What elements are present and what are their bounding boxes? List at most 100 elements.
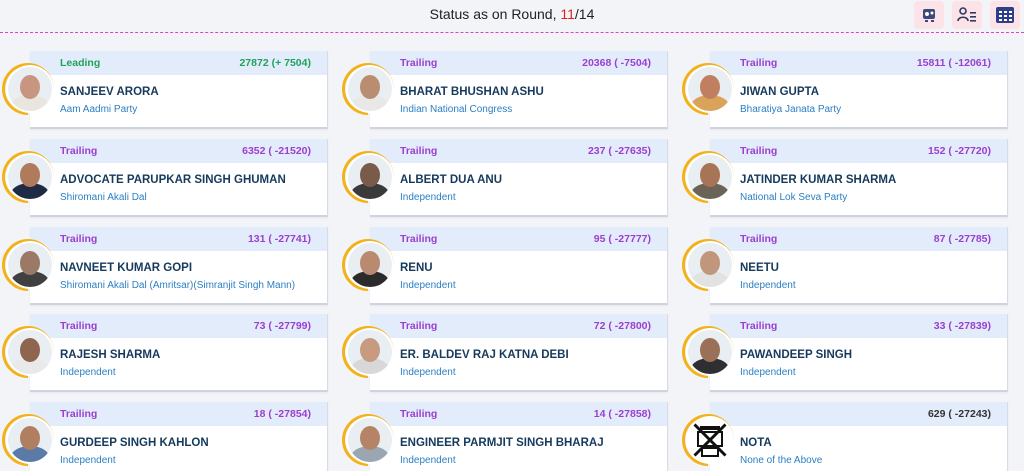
candidate-votes: 131 ( -27741) (247, 233, 311, 245)
photo-head-shape (360, 426, 380, 450)
photo-head-shape (360, 251, 380, 275)
candidate-card-header: Trailing 72 ( -27800) (370, 314, 667, 338)
candidate-name: PAWANDEEP SINGH (740, 349, 853, 361)
photo-head-shape (360, 338, 380, 362)
photo-head-shape (700, 251, 720, 275)
candidate-photo (688, 243, 732, 287)
candidate-name: ALBERT DUA ANU (400, 174, 503, 186)
candidate-votes: 20368 ( -7504) (582, 57, 651, 69)
photo-head-shape (20, 251, 40, 275)
photo-head-shape (700, 75, 720, 99)
candidate-name: NOTA (740, 437, 772, 449)
candidate-party: None of the Above (740, 455, 823, 466)
candidate-party: Independent (60, 455, 116, 466)
candidate-card-header: 629 ( -27243) (710, 402, 1007, 426)
candidate-name: JATINDER KUMAR SHARMA (740, 174, 897, 186)
candidate-card-header: Trailing 95 ( -27777) (370, 227, 667, 251)
current-round: 11 (560, 6, 575, 22)
network-icon (923, 9, 935, 22)
candidate-card[interactable]: Trailing 6352 ( -21520) ADVOCATE PARUPKAR … (30, 139, 328, 217)
header-bar: Status as on Round, 11/14 (0, 0, 1024, 33)
candidate-card-header: Trailing 73 ( -27799) (30, 314, 327, 338)
candidate-party: Independent (60, 367, 116, 378)
photo-head-shape (360, 163, 380, 187)
candidate-party: Independent (400, 367, 456, 378)
candidate-name: JIWAN GUPTA (740, 86, 820, 98)
candidate-card-header: Trailing 131 ( -27741) (30, 227, 327, 251)
candidate-party: Shiromani Akali Dal (60, 192, 147, 203)
candidate-votes: 14 ( -27858) (593, 408, 651, 420)
candidate-votes: 237 ( -27635) (587, 145, 651, 157)
candidate-name: NEETU (740, 262, 779, 274)
candidate-status: Leading (60, 57, 101, 69)
candidate-votes: 15811 ( -12061) (916, 57, 991, 69)
candidate-name: SANJEEV ARORA (60, 86, 159, 98)
candidate-card[interactable]: Trailing 20368 ( -7504) BHARAT BHUSHAN ASH… (370, 51, 668, 129)
candidate-photo (8, 243, 52, 287)
candidate-status: Trailing (400, 408, 438, 420)
table-view-icon-button[interactable] (990, 1, 1020, 29)
candidate-photo (688, 155, 732, 199)
candidate-card[interactable]: Trailing 15811 ( -12061) JIWAN GUPTA Bharat… (710, 51, 1008, 129)
candidate-party: Independent (400, 192, 456, 203)
candidate-party: Indian National Congress (400, 104, 513, 115)
candidate-list-icon-button[interactable] (952, 1, 982, 29)
candidate-name: BHARAT BHUSHAN ASHU (400, 86, 544, 98)
candidate-photo (348, 243, 392, 287)
photo-head-shape (360, 75, 380, 99)
round-status: Status as on Round, 11/14 (0, 6, 1024, 22)
candidate-card[interactable]: Trailing 95 ( -27777) RENU Independent (370, 227, 668, 305)
candidate-card-header: Trailing 87 ( -27785) (710, 227, 1007, 251)
candidate-votes: 72 ( -27800) (593, 320, 651, 332)
candidate-card[interactable]: Leading 27872 (+ 7504) SANJEEV ARORA Aam Aa… (30, 51, 328, 129)
candidate-photo (688, 330, 732, 374)
candidate-status: Trailing (60, 233, 98, 245)
candidate-card[interactable]: Trailing 73 ( -27799) RAJESH SHARMA Indepen… (30, 314, 328, 392)
candidate-name: RAJESH SHARMA (60, 349, 161, 361)
candidate-party: Independent (400, 455, 456, 466)
nota-icon (688, 418, 732, 462)
candidate-status: Trailing (740, 145, 778, 157)
candidate-card[interactable]: Trailing 152 ( -27720) JATINDER KUMAR SHAR… (710, 139, 1008, 217)
candidate-card-header: Trailing 20368 ( -7504) (370, 51, 667, 75)
candidate-name: NAVNEET KUMAR GOPI (60, 262, 193, 274)
candidate-votes: 27872 (+ 7504) (239, 57, 311, 69)
candidate-votes: 6352 ( -21520) (242, 145, 311, 157)
candidate-votes: 95 ( -27777) (593, 233, 651, 245)
candidate-status: Trailing (740, 233, 778, 245)
candidate-card-header: Trailing 15811 ( -12061) (710, 51, 1007, 75)
candidate-card-header: Leading 27872 (+ 7504) (30, 51, 327, 75)
candidate-party: Independent (400, 280, 456, 291)
candidate-card[interactable]: 629 ( -27243) NOTA None of the Above (710, 402, 1008, 471)
candidate-card[interactable]: Trailing 237 ( -27635) ALBERT DUA ANU Indep… (370, 139, 668, 217)
header-divider (0, 32, 1024, 33)
results-grid-icon-button[interactable] (914, 1, 944, 29)
total-rounds: /14 (574, 6, 595, 22)
candidate-party: Independent (740, 280, 796, 291)
candidate-party: National Lok Seva Party (740, 192, 848, 203)
candidate-status: Trailing (60, 408, 98, 420)
candidate-card-header: Trailing 18 ( -27854) (30, 402, 327, 426)
candidate-photo (8, 67, 52, 111)
candidate-name: ADVOCATE PARUPKAR SINGH GHUMAN (60, 174, 286, 186)
candidate-photo (8, 330, 52, 374)
candidate-card[interactable]: Trailing 72 ( -27800) ER. BALDEV RAJ KATNA… (370, 314, 668, 392)
candidate-name: RENU (400, 262, 433, 274)
status-prefix: Status as on Round, (429, 6, 561, 22)
candidate-card[interactable]: Trailing 14 ( -27858) ENGINEER PARMJIT SIN… (370, 402, 668, 471)
candidate-card[interactable]: Trailing 131 ( -27741) NAVNEET KUMAR GOPI S… (30, 227, 328, 305)
candidate-card[interactable]: Trailing 87 ( -27785) NEETU Independent (710, 227, 1008, 305)
candidate-votes: 18 ( -27854) (253, 408, 311, 420)
candidate-photo (688, 67, 732, 111)
photo-head-shape (20, 426, 40, 450)
candidate-card[interactable]: Trailing 18 ( -27854) GURDEEP SINGH KAHLON… (30, 402, 328, 471)
photo-head-shape (20, 338, 40, 362)
candidate-votes: 87 ( -27785) (933, 233, 991, 245)
candidate-name: GURDEEP SINGH KAHLON (60, 437, 209, 449)
candidate-card[interactable]: Trailing 33 ( -27839) PAWANDEEP SINGH Indep… (710, 314, 1008, 392)
candidate-status: Trailing (400, 57, 438, 69)
candidate-party: Aam Aadmi Party (60, 104, 138, 115)
candidate-votes: 73 ( -27799) (253, 320, 311, 332)
candidate-party: Bharatiya Janata Party (740, 104, 842, 115)
calendar-grid-icon (996, 7, 1014, 23)
